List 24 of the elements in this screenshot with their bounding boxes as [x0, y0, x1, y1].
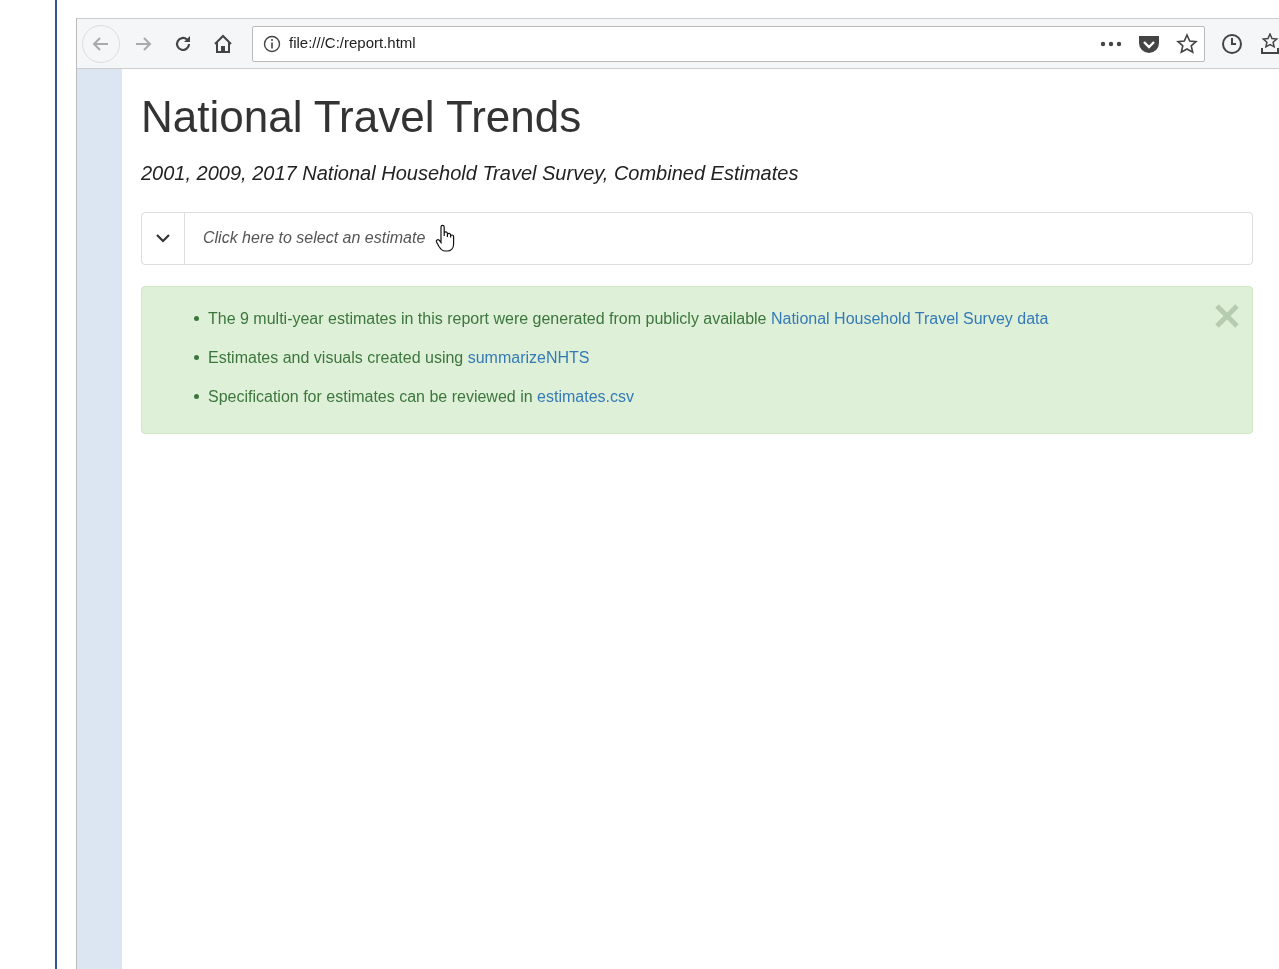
bullet-icon — [194, 316, 199, 322]
notice-text: Specification for estimates can be reviewed in estimates.csv — [208, 386, 634, 407]
bullet-icon — [194, 355, 199, 361]
notice-link[interactable]: summarizeNHTS — [467, 348, 590, 366]
url-text: file:///C:/report.html — [289, 33, 417, 54]
estimate-selector[interactable]: Click here to select an estimate — [141, 211, 1253, 265]
chevron-icon — [155, 233, 171, 244]
notice-text: Estimates and visuals created using summarizeNHTS — [208, 347, 590, 368]
hand-cursor-icon — [435, 224, 455, 253]
info-icon — [263, 34, 281, 53]
home-icon — [213, 33, 233, 54]
close-icon — [1214, 302, 1240, 329]
bullet-icon — [194, 394, 199, 400]
bookmarks-icon[interactable] — [1261, 32, 1279, 55]
notice-link[interactable]: National Household Travel Survey data — [770, 309, 1049, 327]
history-icon[interactable] — [1221, 32, 1243, 55]
address-bar[interactable]: file:///C:/report.html — [252, 25, 1205, 62]
page-subtitle: 2001, 2009, 2017 National Household Travel Survey, Combined Estimates — [141, 160, 800, 186]
more-icon[interactable] — [1100, 40, 1122, 47]
page-title: National Travel Trends — [141, 91, 583, 143]
notice-text: The 9 multi-year estimates in this report were generated from publicly available National Household Travel Survey data — [208, 308, 1049, 329]
pocket-icon[interactable] — [1138, 33, 1160, 54]
star-icon[interactable] — [1176, 32, 1198, 55]
notice-link[interactable]: estimates.csv — [537, 387, 634, 405]
